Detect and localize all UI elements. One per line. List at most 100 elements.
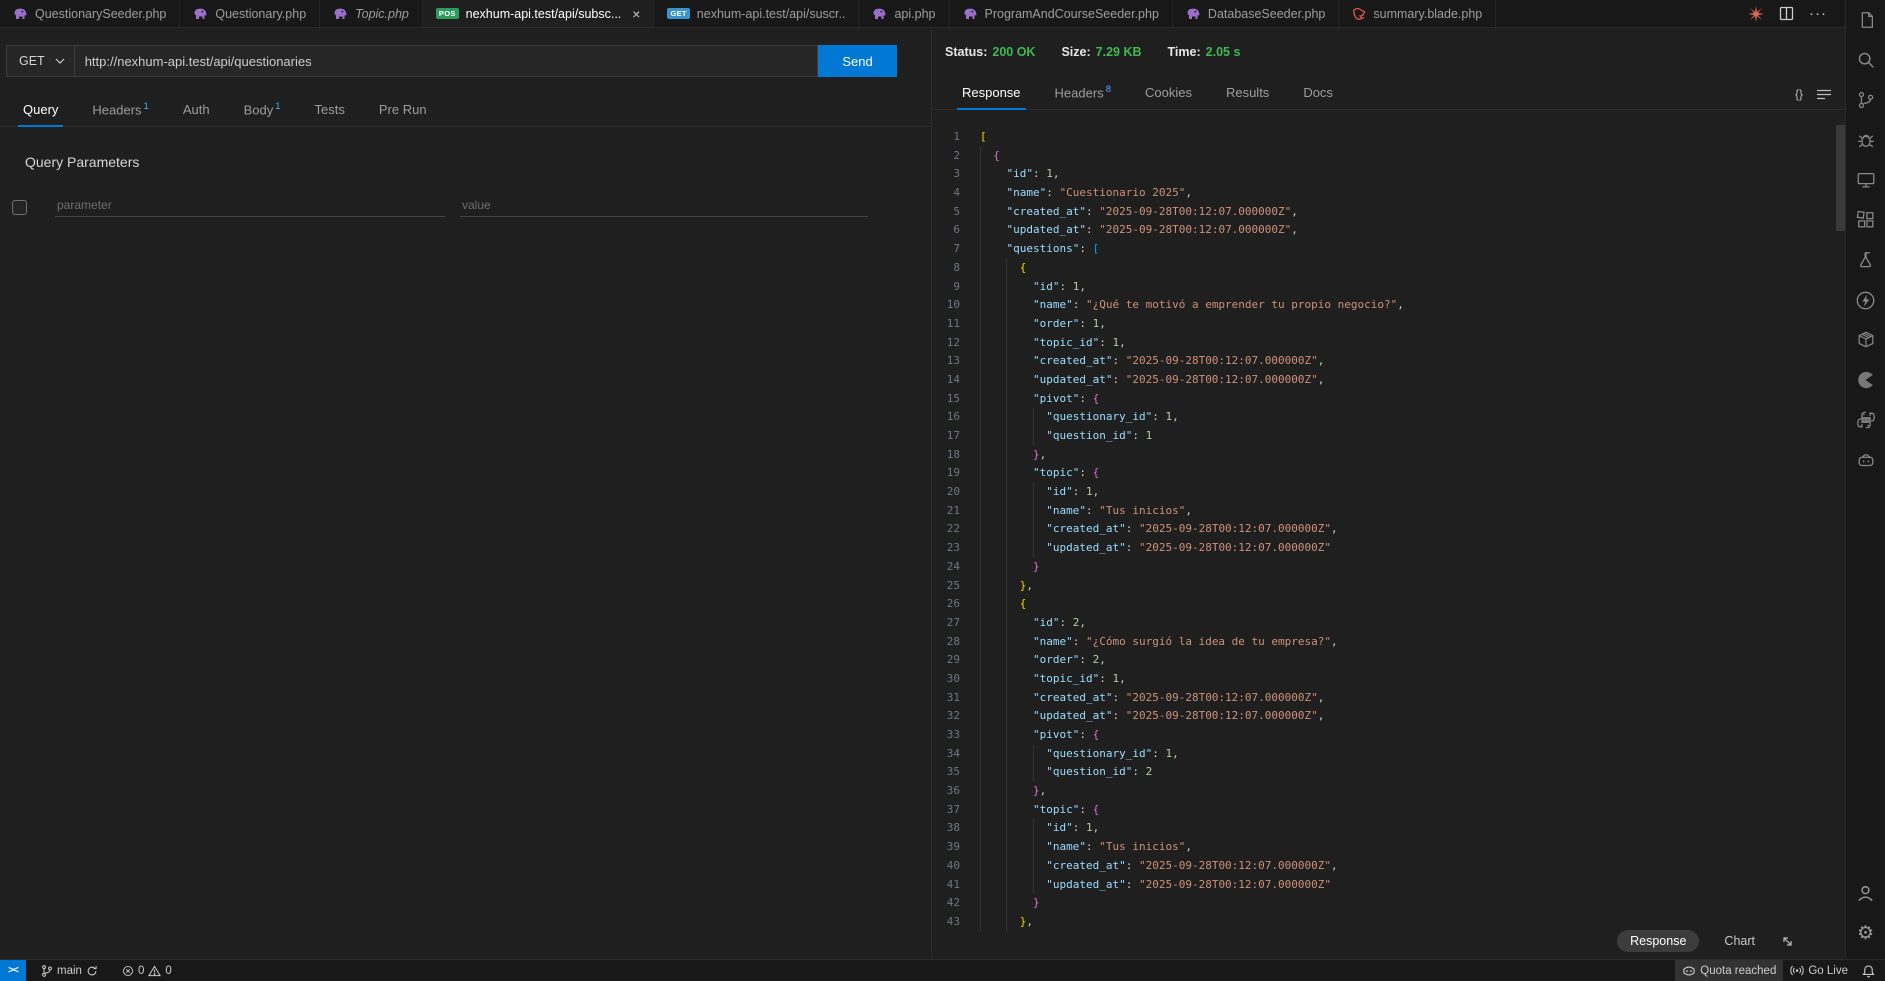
code-line: 12 "topic_id": 1, <box>932 334 1845 353</box>
body-count-badge: 1 <box>275 101 280 112</box>
status-bar-right: Quota reached Go Live <box>1675 960 1885 981</box>
tab-docs[interactable]: Docs <box>1298 85 1338 109</box>
debug-icon[interactable] <box>1852 126 1880 154</box>
code-line: 25 }, <box>932 577 1845 596</box>
copilot-quota-item[interactable]: Quota reached <box>1675 960 1783 981</box>
account-icon[interactable] <box>1852 879 1880 907</box>
extensions-icon[interactable] <box>1852 206 1880 234</box>
editor-tab-programandcourseseeder[interactable]: ProgramAndCourseSeeder.php <box>950 0 1173 27</box>
expand-icon[interactable] <box>1780 934 1795 949</box>
editor-tab-questionaryseeder[interactable]: QuestionarySeeder.php <box>0 0 180 27</box>
test-beaker-icon[interactable] <box>1852 246 1880 274</box>
quota-label: Quota reached <box>1700 965 1776 977</box>
response-view-switch: Response Chart <box>1617 930 1795 952</box>
editor-tab-summary-blade[interactable]: summary.blade.php <box>1339 0 1496 27</box>
tab-headers[interactable]: Headers1 <box>87 101 153 126</box>
json-response-code: 1[2 {3 "id": 1,4 "name": "Cuestionario 2… <box>932 123 1845 932</box>
tab-auth[interactable]: Auth <box>178 102 215 126</box>
url-input[interactable] <box>74 45 818 77</box>
tab-label: summary.blade.php <box>1373 7 1482 21</box>
settings-gear-icon[interactable]: ⚙ <box>1852 919 1880 947</box>
tab-label: DatabaseSeeder.php <box>1208 7 1325 21</box>
tab-cookies[interactable]: Cookies <box>1140 85 1197 109</box>
remote-monitor-icon[interactable] <box>1852 166 1880 194</box>
code-line: 31 "created_at": "2025-09-28T00:12:07.00… <box>932 689 1845 708</box>
files-icon[interactable] <box>1852 6 1880 34</box>
search-icon[interactable] <box>1852 46 1880 74</box>
chart-view-button[interactable]: Chart <box>1711 930 1768 952</box>
notifications-bell-item[interactable] <box>1855 960 1885 981</box>
json-response-viewer[interactable]: 1[2 {3 "id": 1,4 "name": "Cuestionario 2… <box>932 123 1845 959</box>
starburst-icon[interactable] <box>1748 6 1764 22</box>
editor-tab-questionary[interactable]: Questionary.php <box>180 0 320 27</box>
code-line: 5 "created_at": "2025-09-28T00:12:07.000… <box>932 203 1845 222</box>
request-panel: GET Send Query Headers1 Auth Body1 Tests… <box>0 28 932 959</box>
code-line: 41 "updated_at": "2025-09-28T00:12:07.00… <box>932 876 1845 895</box>
code-line: 35 "question_id": 2 <box>932 763 1845 782</box>
git-branch-item[interactable]: main <box>34 960 105 981</box>
branch-name: main <box>57 965 82 977</box>
time-value: 2.05 s <box>1206 45 1241 59</box>
split-editor-icon[interactable] <box>1779 6 1794 21</box>
copilot-icon <box>1682 965 1696 977</box>
code-line: 9 "id": 1, <box>932 278 1845 297</box>
size-value: 7.29 KB <box>1096 45 1142 59</box>
code-line: 13 "created_at": "2025-09-28T00:12:07.00… <box>932 352 1845 371</box>
tabbar-actions: ··· <box>1748 0 1845 27</box>
warnings-icon <box>148 965 161 977</box>
tab-results[interactable]: Results <box>1221 85 1274 109</box>
parameter-input[interactable] <box>55 194 445 217</box>
blade-icon <box>1352 7 1366 21</box>
tab-query[interactable]: Query <box>18 102 63 126</box>
code-line: 27 "id": 2, <box>932 614 1845 633</box>
code-line: 7 "questions": [ <box>932 240 1845 259</box>
tab-label: api.php <box>894 7 935 21</box>
code-line: 39 "name": "Tus inicios", <box>932 838 1845 857</box>
thunder-client-icon[interactable] <box>1852 286 1880 314</box>
vscode-window: QuestionarySeeder.php Questionary.php To… <box>0 0 1885 981</box>
parameter-checkbox[interactable] <box>12 200 27 215</box>
editor-tab-api[interactable]: api.php <box>859 0 949 27</box>
copilot-robot-icon[interactable] <box>1852 446 1880 474</box>
editor-tab-databaseseeder[interactable]: DatabaseSeeder.php <box>1173 0 1339 27</box>
source-control-icon[interactable] <box>1852 86 1880 114</box>
more-actions-icon[interactable]: ··· <box>1809 5 1827 22</box>
tab-pre-run[interactable]: Pre Run <box>374 102 432 126</box>
code-line: 15 "pivot": { <box>932 390 1845 409</box>
response-panel: Status:200 OK Size:7.29 KB Time:2.05 s R… <box>932 28 1845 959</box>
editor-tab-thunder-request[interactable]: POS nexhum-api.test/api/subsc... × <box>423 0 655 27</box>
value-input[interactable] <box>460 194 868 217</box>
errors-count: 0 <box>138 965 144 977</box>
response-view-button[interactable]: Response <box>1617 930 1699 952</box>
problems-item[interactable]: 0 0 <box>115 960 179 981</box>
editor-tab-thunder-request-2[interactable]: GET nexhum-api.test/api/suscr.. <box>654 0 859 27</box>
code-line: 32 "updated_at": "2025-09-28T00:12:07.00… <box>932 707 1845 726</box>
headers-count-badge: 1 <box>144 101 149 112</box>
code-line: 1[ <box>932 128 1845 147</box>
code-line: 38 "id": 1, <box>932 819 1845 838</box>
response-scrollbar-thumb[interactable] <box>1836 125 1845 231</box>
tab-label: nexhum-api.test/api/suscr.. <box>697 7 846 21</box>
python-icon[interactable] <box>1852 406 1880 434</box>
container-icon[interactable] <box>1852 326 1880 354</box>
warnings-count: 0 <box>165 965 171 977</box>
send-button[interactable]: Send <box>818 45 897 77</box>
tab-tests[interactable]: Tests <box>310 102 350 126</box>
editor-tab-topic[interactable]: Topic.php <box>320 0 423 27</box>
format-json-icon[interactable]: {} <box>1795 87 1803 101</box>
code-line: 24 } <box>932 558 1845 577</box>
method-dropdown[interactable]: GET <box>6 45 74 77</box>
code-line: 20 "id": 1, <box>932 483 1845 502</box>
php-icon <box>963 7 978 20</box>
tab-label: QuestionarySeeder.php <box>35 7 166 21</box>
tab-response[interactable]: Response <box>957 85 1026 109</box>
close-icon[interactable]: × <box>632 7 640 21</box>
code-line: 30 "topic_id": 1, <box>932 670 1845 689</box>
word-wrap-icon[interactable] <box>1817 89 1831 100</box>
pacman-logo-icon[interactable] <box>1852 366 1880 394</box>
tab-response-headers[interactable]: Headers8 <box>1050 84 1116 109</box>
remote-indicator[interactable]: >< <box>0 960 26 981</box>
tab-body[interactable]: Body1 <box>239 101 286 126</box>
pos-badge-icon: POS <box>436 8 459 20</box>
go-live-item[interactable]: Go Live <box>1783 960 1855 981</box>
